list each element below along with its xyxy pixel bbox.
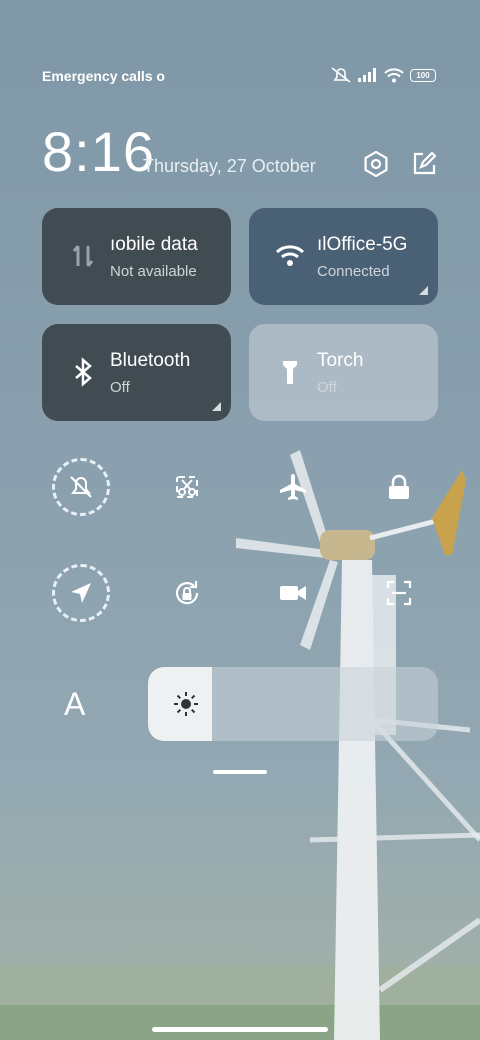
tile-status: Connected [317, 263, 390, 280]
panel-drag-handle[interactable] [213, 770, 267, 774]
torch-icon [283, 361, 297, 384]
mobile-data-tile[interactable]: ıobile data Not available [42, 208, 231, 305]
tile-name: ılOffice-5G [317, 234, 408, 255]
bluetooth-tile[interactable]: Bluetooth Off [42, 324, 231, 421]
bluetooth-icon [75, 357, 92, 387]
mute-toggle[interactable] [52, 458, 110, 516]
tile-status: Off [110, 379, 130, 396]
expand-corner-icon[interactable] [419, 286, 428, 295]
location-toggle[interactable] [52, 564, 110, 622]
lock-toggle[interactable] [370, 458, 428, 516]
mute-icon [70, 476, 92, 498]
rotation-lock-toggle[interactable] [158, 564, 216, 622]
home-indicator[interactable] [152, 1027, 328, 1032]
screenshot-icon [176, 476, 198, 498]
edit-icon[interactable] [410, 150, 438, 178]
settings-icon[interactable] [362, 150, 390, 178]
wifi-status-icon [384, 67, 404, 82]
status-bar: Emergency calls o 100 [42, 62, 436, 90]
torch-tile[interactable]: Torch Off [249, 324, 438, 421]
rotation-lock-icon [175, 581, 199, 605]
clock-date: Thursday, 27 October [143, 156, 316, 176]
lock-icon [389, 474, 409, 499]
mobile-data-icon [72, 245, 94, 267]
font-size-button[interactable]: A [64, 686, 85, 723]
location-icon [71, 583, 91, 603]
tile-name: Bluetooth [110, 350, 191, 371]
airplane-mode-icon [280, 474, 306, 500]
expand-corner-icon[interactable] [212, 402, 221, 411]
tile-name: Torch [317, 350, 364, 371]
brightness-slider[interactable] [148, 667, 438, 741]
battery-icon: 100 [410, 68, 436, 82]
tile-status: Not available [110, 263, 197, 280]
brightness-icon [174, 692, 198, 716]
screenshot-toggle[interactable] [158, 458, 216, 516]
mute-status-icon [331, 67, 351, 83]
clock-time: 8:16 [42, 120, 155, 183]
screen-record-toggle[interactable] [264, 564, 322, 622]
wifi-tile[interactable]: ılOffice-5G Connected [249, 208, 438, 305]
wifi-icon [275, 245, 305, 266]
status-icons: 100 [330, 66, 436, 84]
scanner-toggle[interactable] [370, 564, 428, 622]
tile-status: Off [317, 379, 337, 396]
airplane-toggle[interactable] [264, 458, 322, 516]
scanner-icon [386, 580, 412, 606]
carrier-text: Emergency calls o [42, 68, 165, 84]
signal-icon [358, 68, 376, 82]
screen-record-icon [280, 586, 306, 600]
tile-name: ıobile data [110, 234, 198, 255]
